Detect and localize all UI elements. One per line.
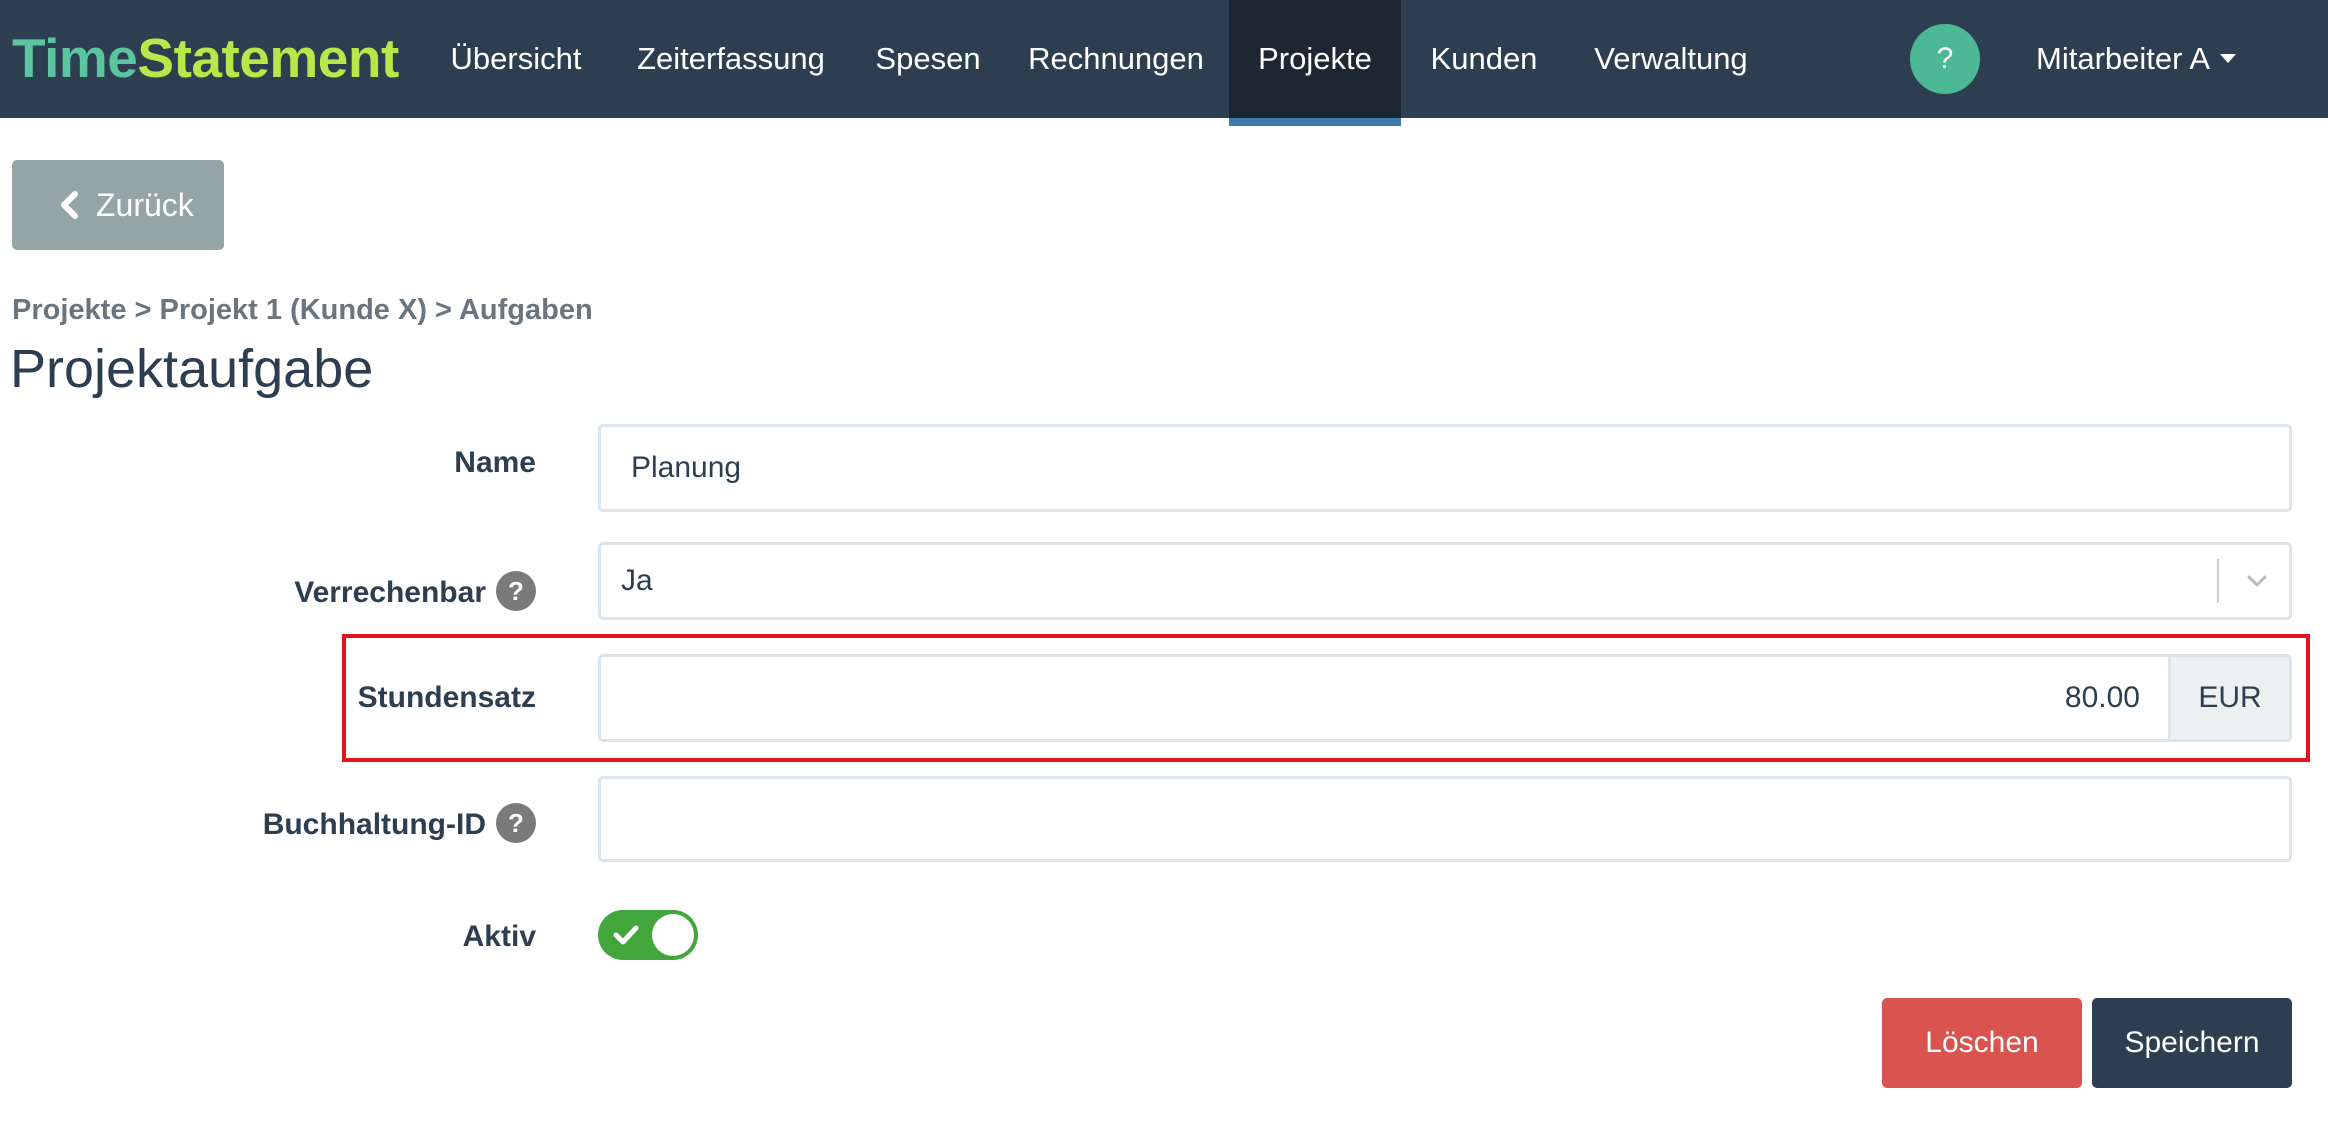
select-separator [2217,559,2219,603]
user-menu[interactable]: Mitarbeiter A [2036,0,2237,118]
save-button[interactable]: Speichern [2092,998,2292,1088]
breadcrumb: Projekte > Projekt 1 (Kunde X) > Aufgabe… [12,294,593,326]
name-input[interactable] [598,424,2292,512]
user-menu-label: Mitarbeiter A [2036,41,2211,76]
nav-item-zeiterfassung[interactable]: Zeiterfassung [620,0,842,118]
billable-select-value: Ja [621,564,653,597]
nav-item-uebersicht[interactable]: Übersicht [432,0,600,118]
page-title: Projektaufgabe [10,339,374,399]
nav-item-spesen[interactable]: Spesen [862,0,994,118]
chevron-down-icon [2247,575,2267,587]
billable-label-row: Verrechenbar? [0,571,536,612]
back-button[interactable]: Zurück [12,160,224,250]
caret-down-icon [2220,54,2237,64]
top-navbar: TimeStatement Übersicht Zeiterfassung Sp… [0,0,2328,126]
app-logo[interactable]: TimeStatement [12,22,399,94]
accounting-id-help-icon[interactable]: ? [496,803,536,844]
logo-text-statement: Statement [137,27,399,89]
billable-label: Verrechenbar [294,576,486,609]
back-button-label: Zurück [96,187,194,223]
nav-item-projekte[interactable]: Projekte [1229,0,1401,126]
billable-help-icon[interactable]: ? [496,571,536,612]
hourly-rate-input[interactable] [598,654,2170,742]
toggle-knob [652,914,694,956]
accounting-id-input[interactable] [598,776,2292,862]
nav-item-kunden[interactable]: Kunden [1418,0,1550,118]
name-label: Name [454,446,536,479]
nav-item-verwaltung[interactable]: Verwaltung [1582,0,1760,118]
accounting-id-label-row: Buchhaltung-ID? [0,803,536,844]
logo-text-time: Time [12,27,138,89]
accounting-id-label: Buchhaltung-ID [262,808,486,841]
help-button[interactable]: ? [1910,24,1980,94]
delete-button[interactable]: Löschen [1882,998,2082,1088]
billable-select[interactable]: Ja [598,542,2292,620]
active-label: Aktiv [462,920,536,953]
chevron-left-icon [61,191,78,219]
active-toggle[interactable] [598,910,698,960]
hourly-rate-label: Stundensatz [357,681,536,714]
nav-item-rechnungen[interactable]: Rechnungen [1016,0,1216,118]
currency-addon: EUR [2168,654,2292,742]
check-icon [613,925,639,945]
